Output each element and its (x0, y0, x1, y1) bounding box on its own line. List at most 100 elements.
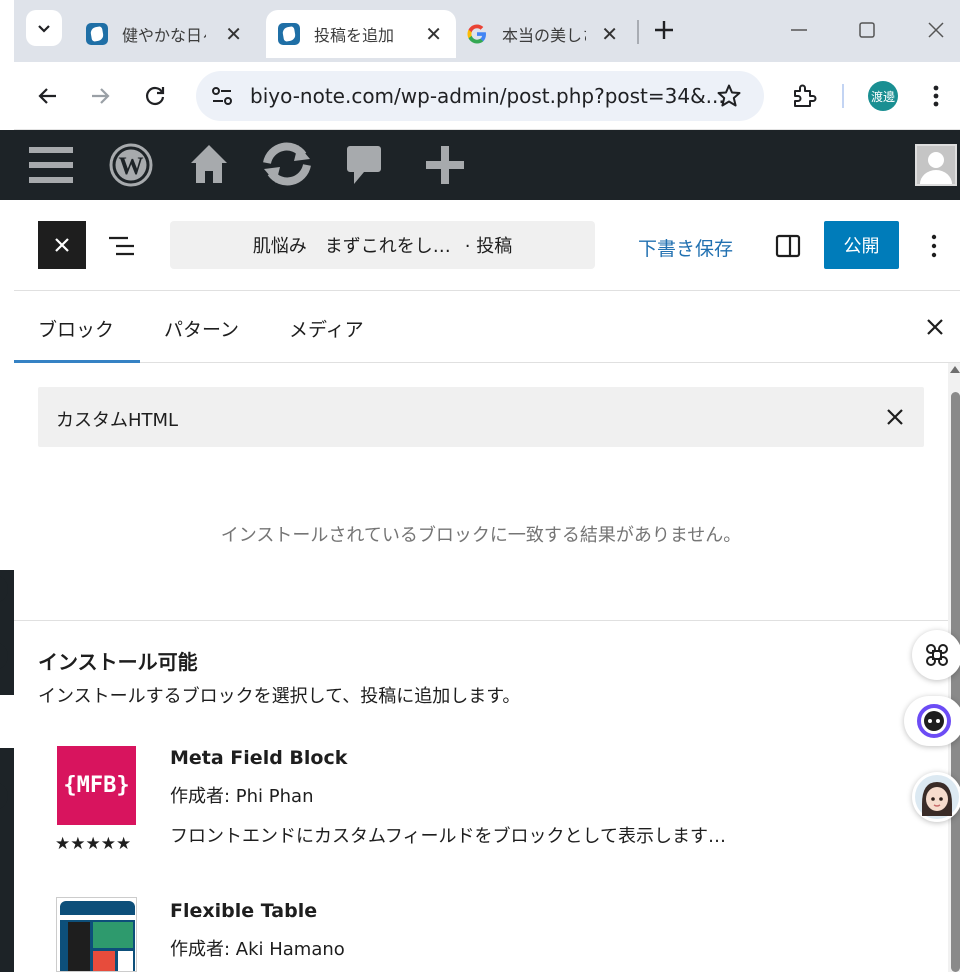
reload-button[interactable] (142, 83, 168, 109)
floating-avatar-button[interactable] (912, 772, 960, 822)
block-name: Meta Field Block (170, 747, 348, 769)
installable-description: インストールするブロックを選択して、投稿に追加します。 (38, 686, 521, 707)
close-tab-icon[interactable]: ✕ (225, 22, 242, 46)
block-name: Flexible Table (170, 900, 318, 922)
back-button[interactable] (36, 84, 60, 108)
wp-admin-bar: W (14, 130, 960, 200)
browser-tab[interactable]: 本当の美しさ ✕ (464, 10, 632, 58)
block-search-input[interactable]: カスタムHTML (38, 387, 924, 447)
block-icon-flexible-table (56, 897, 137, 972)
tab-blocks[interactable]: ブロック (38, 315, 114, 342)
browser-tab-active[interactable]: 投稿を追加 ✕ (266, 10, 456, 58)
new-tab-button[interactable] (652, 18, 676, 42)
table-icon (60, 901, 135, 971)
tab-separator (637, 20, 639, 44)
document-overview-button[interactable] (108, 235, 136, 257)
updates-button[interactable] (258, 141, 316, 187)
update-icon (263, 142, 311, 186)
admin-menu-toggle[interactable] (29, 144, 73, 186)
arrow-left-icon (38, 88, 56, 104)
close-inserter-button[interactable] (38, 221, 86, 269)
editor-header: 肌悩み まずこれをし… · 投稿 下書き保存 公開 (14, 200, 960, 291)
options-button[interactable] (924, 233, 944, 259)
plus-icon (655, 21, 673, 39)
puzzle-icon (794, 84, 817, 107)
star-rating: ★★★★★ (55, 834, 132, 854)
svg-text:W: W (119, 153, 144, 180)
close-tab-icon[interactable]: ✕ (601, 22, 618, 46)
command-icon (926, 644, 948, 666)
chevron-down-icon (38, 25, 50, 33)
site-home-button[interactable] (189, 143, 229, 185)
installable-heading: インストール可能 (38, 650, 198, 674)
close-icon (55, 238, 69, 252)
browser-toolbar: biyo-note.com/wp-admin/post.php?post=34&… (14, 62, 960, 130)
site-info-button[interactable] (210, 84, 234, 108)
arrow-right-icon (92, 88, 110, 104)
sidebar-icon (775, 234, 801, 258)
close-icon (887, 409, 903, 425)
block-author: 作成者: Phi Phan (170, 786, 314, 807)
browser-tab[interactable]: 健やかな日々 ✕ (72, 10, 256, 58)
save-draft-button[interactable]: 下書き保存 (638, 234, 733, 261)
settings-sidebar-toggle[interactable] (775, 234, 801, 258)
publish-button[interactable]: 公開 (824, 221, 899, 269)
active-tab-indicator (14, 360, 140, 363)
forward-button[interactable] (88, 84, 112, 108)
comments-button[interactable] (346, 144, 382, 186)
tab-media[interactable]: メディア (289, 315, 364, 342)
floating-assistant-button[interactable] (904, 696, 960, 746)
close-panel-button[interactable] (926, 318, 944, 336)
close-icon (928, 22, 944, 38)
minimize-window-button[interactable] (789, 18, 809, 42)
wp-logo-button[interactable]: W (109, 143, 153, 187)
address-bar[interactable]: biyo-note.com/wp-admin/post.php?post=34&… (196, 71, 764, 121)
scroll-up-arrow[interactable] (950, 366, 960, 373)
site-favicon-icon (278, 23, 300, 45)
search-input-value: カスタムHTML (56, 410, 179, 431)
inserter-tabs: ブロック パターン メディア (14, 291, 960, 363)
toolbar-separator (842, 84, 844, 108)
clear-search-button[interactable] (886, 408, 904, 426)
url-text: biyo-note.com/wp-admin/post.php?post=34&… (250, 84, 725, 108)
maximize-window-button[interactable] (857, 20, 877, 40)
close-tab-icon[interactable]: ✕ (425, 22, 442, 46)
close-window-button[interactable] (926, 20, 946, 40)
star-outline-icon (717, 84, 741, 107)
tab-title: 本当の美しさ (502, 26, 586, 45)
more-vertical-icon (931, 234, 937, 258)
user-silhouette-icon (920, 152, 952, 184)
home-icon (191, 145, 227, 183)
plus-icon (426, 146, 464, 184)
hamburger-menu-icon (29, 147, 73, 183)
scrollbar-thumb[interactable] (951, 392, 960, 972)
background-window-edge (0, 0, 14, 972)
block-description: フロントエンドにカスタムフィールドをブロックとして表示します… (170, 826, 727, 847)
tune-icon (212, 87, 232, 105)
tab-title: 投稿を追加 (314, 26, 395, 45)
no-results-message: インストールされているブロックに一致する結果がありません。 (220, 525, 742, 546)
more-vertical-icon (933, 85, 939, 107)
profile-avatar[interactable]: 渡邊 (868, 81, 898, 111)
document-bar[interactable]: 肌悩み まずこれをし… · 投稿 (170, 221, 595, 269)
character-avatar-icon (915, 775, 959, 819)
reload-icon (145, 86, 165, 106)
block-author: 作成者: Aki Hamano (170, 939, 345, 960)
comment-bubble-icon (347, 146, 381, 184)
browser-menu-button[interactable] (926, 82, 946, 110)
bookmark-button[interactable] (716, 83, 742, 109)
floating-apps-button[interactable] (912, 630, 960, 680)
site-favicon-icon (86, 23, 108, 45)
user-avatar[interactable] (915, 144, 957, 186)
extensions-button[interactable] (790, 82, 818, 110)
new-content-button[interactable] (424, 144, 466, 186)
google-favicon-icon (467, 24, 486, 44)
tab-patterns[interactable]: パターン (164, 315, 239, 342)
tab-search-button[interactable] (26, 10, 62, 46)
minimize-icon (791, 29, 807, 31)
browser-tab-strip: 健やかな日々 ✕ 投稿を追加 ✕ 本当の美しさ ✕ (14, 0, 960, 62)
maximize-icon (859, 22, 875, 38)
assistant-logo-icon (917, 704, 951, 738)
document-type: · 投稿 (464, 236, 513, 257)
tab-title: 健やかな日々 (122, 26, 206, 45)
